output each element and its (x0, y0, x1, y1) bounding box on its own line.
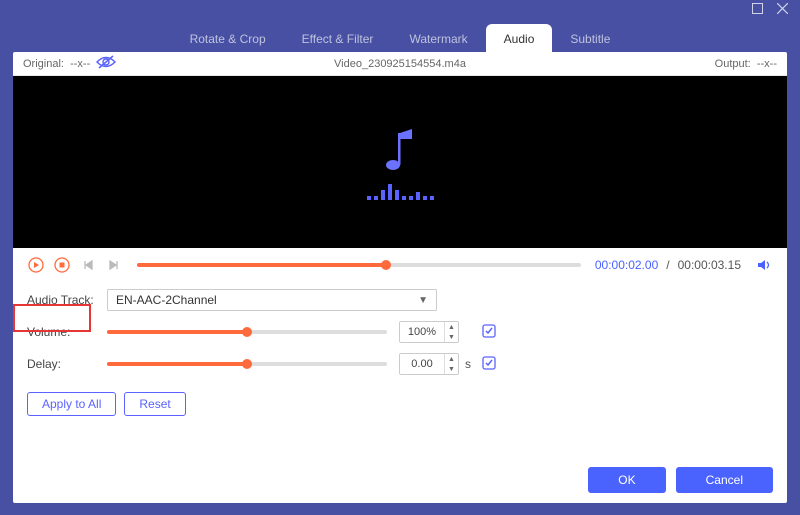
play-button[interactable] (27, 256, 45, 274)
volume-reset-icon[interactable] (481, 323, 497, 342)
chevron-down-icon: ▼ (418, 295, 428, 306)
reset-button[interactable]: Reset (124, 392, 185, 416)
apply-to-all-button[interactable]: Apply to All (27, 392, 116, 416)
cancel-button[interactable]: Cancel (676, 467, 773, 493)
volume-down-icon[interactable]: ▼ (445, 332, 458, 342)
volume-up-icon[interactable]: ▲ (445, 322, 458, 332)
delay-label: Delay: (27, 357, 107, 371)
original-label: Original: --x-- (23, 58, 90, 70)
time-current: 00:00:02.00 (595, 258, 658, 272)
delay-unit: s (465, 357, 475, 371)
time-separator: / (666, 258, 669, 272)
volume-icon[interactable] (755, 256, 773, 274)
volume-slider[interactable] (107, 330, 387, 334)
ok-button[interactable]: OK (588, 467, 665, 493)
delay-up-icon[interactable]: ▲ (445, 354, 458, 364)
delay-down-icon[interactable]: ▼ (445, 364, 458, 374)
time-duration: 00:00:03.15 (678, 258, 741, 272)
delay-reset-icon[interactable] (481, 355, 497, 374)
seek-slider[interactable] (137, 263, 581, 267)
delay-slider[interactable] (107, 362, 387, 366)
maximize-icon[interactable] (752, 1, 763, 19)
equalizer-icon (367, 184, 434, 200)
tab-watermark[interactable]: Watermark (391, 24, 485, 52)
preview-toggle-icon[interactable] (96, 55, 116, 72)
volume-input[interactable]: 100% ▲▼ (399, 321, 459, 343)
file-bar: Original: --x-- Video_230925154554.m4a O… (13, 52, 787, 76)
tab-effect-filter[interactable]: Effect & Filter (284, 24, 392, 52)
main-panel: Original: --x-- Video_230925154554.m4a O… (13, 52, 787, 503)
music-note-icon (380, 125, 420, 173)
next-frame-button[interactable] (105, 256, 123, 274)
output-label: Output: --x-- (715, 58, 777, 70)
close-icon[interactable] (777, 1, 788, 19)
stop-button[interactable] (53, 256, 71, 274)
volume-value: 100% (400, 326, 444, 338)
tab-rotate-crop[interactable]: Rotate & Crop (172, 24, 284, 52)
tab-bar: Rotate & Crop Effect & Filter Watermark … (0, 20, 800, 52)
tab-subtitle[interactable]: Subtitle (552, 24, 628, 52)
audio-track-select[interactable]: EN-AAC-2Channel ▼ (107, 289, 437, 311)
delay-value: 0.00 (400, 358, 444, 370)
filename: Video_230925154554.m4a (13, 58, 787, 70)
volume-label: Volume: (27, 325, 107, 339)
video-preview (13, 76, 787, 248)
prev-frame-button[interactable] (79, 256, 97, 274)
audio-track-label: Audio Track: (27, 293, 107, 307)
tab-audio[interactable]: Audio (486, 24, 553, 52)
audio-track-value: EN-AAC-2Channel (116, 293, 217, 307)
delay-input[interactable]: 0.00 ▲▼ (399, 353, 459, 375)
